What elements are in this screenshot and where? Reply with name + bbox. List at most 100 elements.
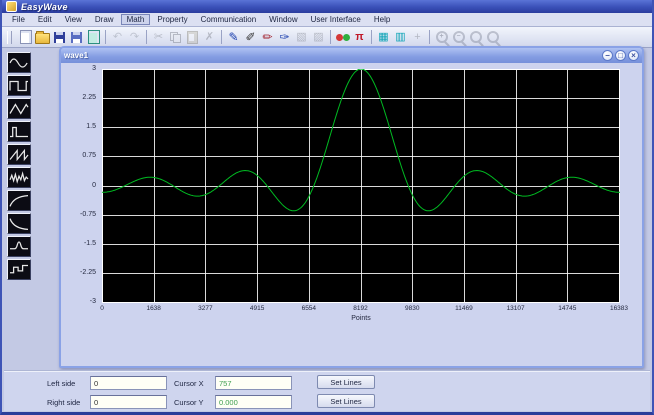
x-tick-label: 9830 [390, 305, 434, 312]
toolbar-separator [105, 30, 106, 44]
exp-fall-wave-icon [8, 215, 30, 233]
waveform-sidebar [7, 52, 33, 280]
exp-fall-wave-button[interactable] [7, 213, 31, 234]
menu-item-help[interactable]: Help [368, 14, 396, 25]
x-tick-label: 0 [80, 305, 124, 312]
triangle-wave-button[interactable] [7, 98, 31, 119]
x-axis-labels: 0163832774915655481929830114691310714745… [102, 305, 620, 315]
menu-item-communication[interactable]: Communication [195, 14, 263, 25]
marker-icon: + [409, 29, 426, 46]
menu-item-edit[interactable]: Edit [32, 14, 58, 25]
toolbar-separator [221, 30, 222, 44]
cursor-panel: Left side Cursor X Set Lines Right side … [4, 370, 650, 411]
toolbar-separator [371, 30, 372, 44]
table-view-icon[interactable]: ▦ [375, 29, 392, 46]
app-icon [6, 1, 17, 12]
save-file-icon[interactable] [51, 29, 68, 46]
draw-freehand-icon[interactable]: ✐ [242, 29, 259, 46]
pulse-wave-button[interactable] [7, 121, 31, 142]
new-file-icon[interactable] [17, 29, 34, 46]
toolbar-separator [146, 30, 147, 44]
menu-item-user-interface[interactable]: User Interface [305, 14, 367, 25]
document-title-bar[interactable]: wave1 − □ × [61, 48, 642, 63]
custom-wave-icon [8, 261, 30, 279]
sinc-wave-icon [8, 238, 30, 256]
menu-item-math[interactable]: Math [121, 14, 151, 25]
toolbar-grip [7, 31, 12, 44]
menu-bar: FileEditViewDrawMathPropertyCommunicatio… [2, 13, 652, 27]
x-tick-label: 8192 [339, 305, 383, 312]
noise-wave-icon [8, 169, 30, 187]
cursor-y-label: Cursor Y [174, 398, 203, 407]
y-tick-label: 1.5 [61, 123, 96, 130]
x-tick-label: 3277 [183, 305, 227, 312]
draw-vertical-icon[interactable]: ✑ [276, 29, 293, 46]
toolbar-separator [429, 30, 430, 44]
cursor-x-input[interactable] [215, 376, 292, 390]
custom-wave-button[interactable] [7, 259, 31, 280]
set-lines-button-top[interactable]: Set Lines [317, 375, 375, 389]
left-side-label: Left side [47, 379, 75, 388]
sine-wave-button[interactable] [7, 52, 31, 73]
document-window[interactable]: wave1 − □ × 32.251.50.750-0.75-1.5-2.25-… [59, 46, 644, 368]
minimize-button[interactable]: − [602, 50, 613, 61]
left-side-input[interactable] [90, 376, 167, 390]
edit-points-icon: ▨ [310, 29, 327, 46]
y-axis-labels: 32.251.50.750-0.75-1.5-2.25-3 [61, 69, 99, 303]
sawtooth-wave-button[interactable] [7, 144, 31, 165]
square-wave-button[interactable] [7, 75, 31, 96]
print-preview-icon[interactable] [85, 29, 102, 46]
zoom-window-icon [484, 29, 501, 46]
copy-icon [167, 29, 184, 46]
x-axis-title: Points [102, 315, 620, 322]
cursor-y-input[interactable] [215, 395, 292, 409]
x-tick-label: 16383 [597, 305, 641, 312]
waveform-canvas[interactable] [102, 69, 620, 303]
exp-rise-wave-button[interactable] [7, 190, 31, 211]
paste-icon [184, 29, 201, 46]
application-window: EasyWave FileEditViewDrawMathPropertyCom… [0, 0, 654, 415]
square-wave-icon [8, 77, 30, 95]
waveform-plot[interactable] [102, 69, 620, 303]
y-tick-label: 3 [61, 65, 96, 72]
menu-item-draw[interactable]: Draw [89, 14, 120, 25]
noise-wave-button[interactable] [7, 167, 31, 188]
cut-icon: ✂ [150, 29, 167, 46]
menu-item-property[interactable]: Property [151, 14, 193, 25]
zoom-fit-icon [467, 29, 484, 46]
delete-icon: ✗ [201, 29, 218, 46]
draw-line-icon[interactable]: ✎ [225, 29, 242, 46]
menu-item-file[interactable]: File [6, 14, 31, 25]
math-pi-icon[interactable]: π [351, 29, 368, 46]
table-edit-icon[interactable]: ▥ [392, 29, 409, 46]
menu-item-view[interactable]: View [59, 14, 88, 25]
y-tick-label: -1.5 [61, 240, 96, 247]
x-tick-label: 6554 [287, 305, 331, 312]
app-title: EasyWave [21, 2, 68, 12]
sinc-wave-button[interactable] [7, 236, 31, 257]
exp-rise-wave-icon [8, 192, 30, 210]
zoom-out-icon: − [450, 29, 467, 46]
sine-wave-icon [8, 54, 30, 72]
sawtooth-wave-icon [8, 146, 30, 164]
toolbar: ↶↷✂✗✎✐✏✑▧▨π▦▥++− [2, 27, 652, 48]
y-tick-label: -3 [61, 298, 96, 305]
redo-icon: ↷ [126, 29, 143, 46]
right-side-input[interactable] [90, 395, 167, 409]
open-file-icon[interactable] [34, 29, 51, 46]
pulse-wave-icon [8, 123, 30, 141]
close-button[interactable]: × [628, 50, 639, 61]
send-to-device-icon[interactable] [334, 29, 351, 46]
cursor-x-label: Cursor X [174, 379, 204, 388]
draw-horizontal-icon[interactable]: ✏ [259, 29, 276, 46]
restore-button[interactable]: □ [615, 50, 626, 61]
menu-item-window[interactable]: Window [263, 14, 303, 25]
y-tick-label: -2.25 [61, 269, 96, 276]
x-tick-label: 11469 [442, 305, 486, 312]
document-body: 32.251.50.750-0.75-1.5-2.25-3 0163832774… [61, 63, 642, 366]
set-lines-button-bottom[interactable]: Set Lines [317, 394, 375, 408]
zoom-in-icon: + [433, 29, 450, 46]
select-region-icon: ▧ [293, 29, 310, 46]
save-as-icon[interactable] [68, 29, 85, 46]
x-tick-label: 14745 [545, 305, 589, 312]
